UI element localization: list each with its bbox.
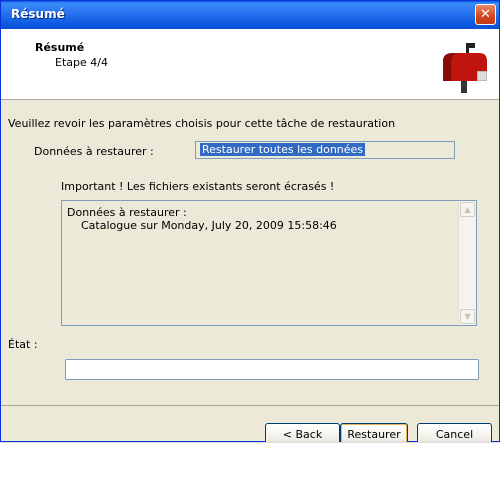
title-bar[interactable]: Résumé ✕: [1, 1, 499, 29]
overwrite-warning: Important ! Les fichiers existants seron…: [61, 180, 335, 193]
intro-text: Veuillez revoir les paramètres choisis p…: [8, 117, 396, 130]
data-to-restore-label: Données à restaurer :: [34, 145, 154, 158]
status-field[interactable]: [65, 359, 479, 380]
summary-line: Données à restaurer :: [67, 206, 187, 219]
wizard-header: Résumé Etape 4/4: [1, 29, 499, 100]
data-to-restore-value: Restaurer toutes les données: [200, 143, 366, 156]
step-indicator: Etape 4/4: [55, 56, 108, 69]
restore-wizard-window: Résumé ✕ Résumé Etape 4/4 Veuillez revoi…: [0, 0, 500, 446]
wizard-content: Veuillez revoir les paramètres choisis p…: [1, 100, 499, 405]
summary-line: Catalogue sur Monday, July 20, 2009 15:5…: [81, 219, 337, 232]
vertical-scrollbar[interactable]: ▲ ▼: [458, 201, 476, 325]
header-title: Résumé: [35, 41, 85, 54]
status-label: État :: [8, 338, 38, 351]
window-title: Résumé: [11, 7, 65, 21]
close-button[interactable]: ✕: [475, 4, 496, 25]
wizard-footer: < Back Restaurer Cancel: [1, 405, 499, 446]
data-to-restore-field[interactable]: Restaurer toutes les données: [195, 141, 455, 159]
close-icon: ✕: [480, 7, 491, 22]
background-area: [0, 442, 500, 481]
scroll-up-icon[interactable]: ▲: [460, 202, 475, 217]
mailbox-icon: [443, 43, 487, 93]
scroll-down-icon[interactable]: ▼: [460, 309, 475, 324]
summary-textbox[interactable]: Données à restaurer : Catalogue sur Mond…: [61, 200, 477, 326]
